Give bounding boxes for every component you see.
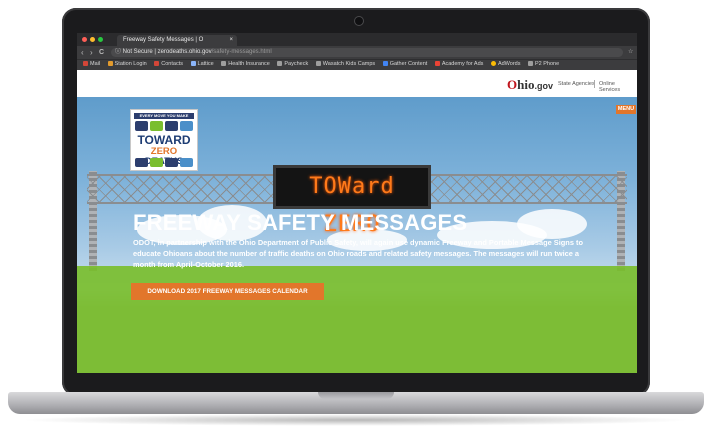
page-icon bbox=[221, 60, 227, 66]
page-icon bbox=[277, 60, 283, 66]
bookmark-favicon-icon bbox=[382, 60, 388, 66]
ohio-gov-logo[interactable]: Ohio.gov bbox=[507, 77, 553, 93]
bookmark-item[interactable]: P2 Phone bbox=[528, 60, 559, 69]
menu-button[interactable]: MENU bbox=[616, 105, 636, 114]
bookmark-item[interactable]: AdWords bbox=[490, 60, 520, 69]
download-calendar-button[interactable]: DOWNLOAD 2017 FREEWAY MESSAGES CALENDAR bbox=[131, 283, 324, 300]
ambulance-icon bbox=[165, 158, 178, 167]
folder-icon bbox=[107, 60, 113, 66]
bike-icon bbox=[180, 121, 193, 131]
bookmark-item[interactable]: Paycheck bbox=[277, 60, 308, 69]
page-description: ODOT, in partnership with the Ohio Depar… bbox=[133, 238, 583, 269]
header-divider bbox=[594, 80, 595, 88]
webcam-icon bbox=[355, 17, 363, 25]
site-header: Ohio.gov State Agencies Online Services bbox=[77, 70, 637, 97]
tab-close-icon[interactable]: × bbox=[229, 35, 233, 46]
walk-icon bbox=[135, 158, 148, 167]
bookmark-item[interactable]: Lattice bbox=[190, 60, 214, 69]
bookmarks-bar: Mail Station Login Contacts Lattice Heal… bbox=[77, 59, 637, 70]
browser-address-row: ‹ › C ⓘ Not Secure | zerodeaths.ohio.gov… bbox=[77, 46, 637, 59]
forward-icon[interactable]: › bbox=[90, 47, 93, 58]
gantry-truss-right bbox=[427, 174, 627, 204]
url-path: /safety-messages.html bbox=[211, 49, 272, 55]
logo-word-toward: TOWARD bbox=[137, 133, 191, 147]
bookmark-item[interactable]: Mail bbox=[83, 60, 100, 69]
adwords-icon bbox=[490, 60, 496, 66]
page-icon bbox=[528, 60, 533, 66]
bookmark-favicon-icon bbox=[83, 60, 88, 66]
toward-zero-deaths-logo[interactable]: EVERY MOVE YOU MAKE TOWARD ZERO DEATHS bbox=[130, 109, 198, 171]
highway-message-sign: TOWard ZERO bbox=[273, 165, 431, 237]
wheel-icon bbox=[165, 121, 178, 131]
window-zoom-icon[interactable] bbox=[98, 37, 103, 42]
bookmark-item[interactable]: Academy for Ads bbox=[434, 60, 483, 69]
browser-tab-title: Freeway Safety Messages | O bbox=[123, 37, 204, 43]
phone-icon bbox=[150, 121, 163, 131]
bookmark-item[interactable]: Gather Content bbox=[382, 60, 427, 69]
bookmark-star-icon[interactable]: ☆ bbox=[628, 47, 633, 58]
laptop-shadow bbox=[20, 414, 692, 426]
gantry-truss-left bbox=[87, 174, 277, 204]
reload-icon[interactable]: C bbox=[99, 47, 104, 58]
back-icon[interactable]: ‹ bbox=[81, 47, 84, 58]
online-services-link[interactable]: Online Services bbox=[599, 81, 637, 93]
google-icon bbox=[434, 60, 440, 66]
bookmark-item[interactable]: Health Insurance bbox=[221, 60, 270, 69]
bookmark-favicon-icon bbox=[154, 60, 160, 66]
page-title: FREEWAY SAFETY MESSAGES bbox=[133, 210, 468, 235]
book-icon bbox=[150, 158, 163, 167]
window-minimize-icon[interactable] bbox=[90, 37, 95, 42]
seatbelt-icon bbox=[135, 121, 148, 131]
bookmark-item[interactable]: Station Login bbox=[107, 60, 147, 69]
state-agencies-link[interactable]: State Agencies bbox=[558, 81, 595, 87]
url-bar[interactable]: ⓘ Not Secure | zerodeaths.ohio.gov/safet… bbox=[111, 48, 623, 57]
laptop-base-notch bbox=[318, 392, 394, 399]
browser-tab[interactable]: Freeway Safety Messages | O × bbox=[117, 35, 237, 46]
laptop-screen: Freeway Safety Messages | O × ‹ › C ⓘ No… bbox=[77, 33, 637, 373]
browser-tab-strip: Freeway Safety Messages | O × bbox=[77, 33, 637, 46]
bookmark-favicon-icon bbox=[190, 60, 196, 66]
logo-tagline: EVERY MOVE YOU MAKE bbox=[134, 113, 194, 119]
page-icon bbox=[315, 60, 321, 66]
cloud-shape bbox=[517, 209, 587, 239]
bookmark-item[interactable]: Wasatch Kids Camps bbox=[315, 60, 375, 69]
security-indicator[interactable]: ⓘ Not Secure | bbox=[115, 49, 156, 55]
window-close-icon[interactable] bbox=[82, 37, 87, 42]
sign-message: TOWard ZERO bbox=[309, 174, 395, 237]
url-host: zerodeaths.ohio.gov bbox=[157, 49, 212, 55]
bookmark-item[interactable]: Contacts bbox=[154, 60, 183, 69]
medical-icon bbox=[180, 158, 193, 167]
